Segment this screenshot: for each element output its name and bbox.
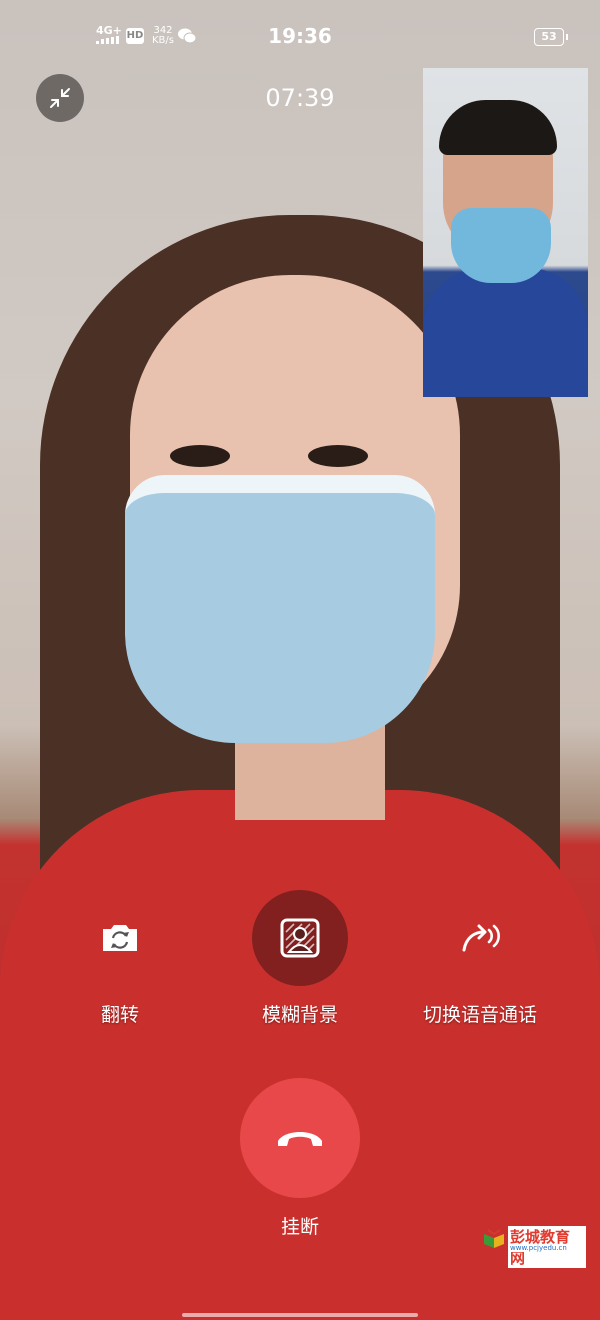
watermark: 彭城教育网 www.pcjyedu.cn: [482, 1226, 586, 1268]
hangup-button[interactable]: [240, 1078, 360, 1198]
remote-face-mask: [125, 475, 435, 743]
flip-camera-label: 翻转: [100, 1004, 139, 1026]
self-face-mask: [451, 208, 551, 283]
switch-voice-button[interactable]: [432, 890, 528, 986]
self-hair: [439, 100, 557, 155]
switch-voice-icon: [462, 924, 500, 952]
switch-voice-label: 切换语音通话: [422, 1004, 537, 1026]
self-shirt: [423, 268, 588, 397]
phone-hangup-icon: [278, 1132, 322, 1146]
blur-background-control[interactable]: 模糊背景: [200, 890, 400, 1027]
home-indicator[interactable]: [182, 1313, 418, 1317]
video-call-screen: 4G+ HD 342 KB/s 19:36 53 07:39 翻转 模糊背景 切…: [0, 0, 600, 1320]
flip-camera-button[interactable]: [72, 890, 168, 986]
blur-background-icon: [280, 918, 320, 958]
blur-background-label: 模糊背景: [261, 1004, 338, 1026]
remote-eye-right: [308, 445, 368, 467]
remote-eye-left: [170, 445, 230, 467]
battery-icon: 53: [534, 28, 568, 46]
blur-background-button[interactable]: [252, 890, 348, 986]
flip-camera-control[interactable]: 翻转: [20, 890, 220, 1027]
switch-voice-control[interactable]: 切换语音通话: [380, 890, 580, 1027]
self-video-preview[interactable]: [423, 68, 588, 397]
book-logo-icon: [484, 1229, 504, 1248]
flip-camera-icon: [103, 925, 137, 951]
status-bar: 4G+ HD 342 KB/s 19:36 53: [0, 0, 600, 72]
clock: 19:36: [268, 24, 332, 48]
battery-level: 53: [541, 30, 557, 43]
watermark-url: www.pcjyedu.cn: [508, 1244, 569, 1252]
